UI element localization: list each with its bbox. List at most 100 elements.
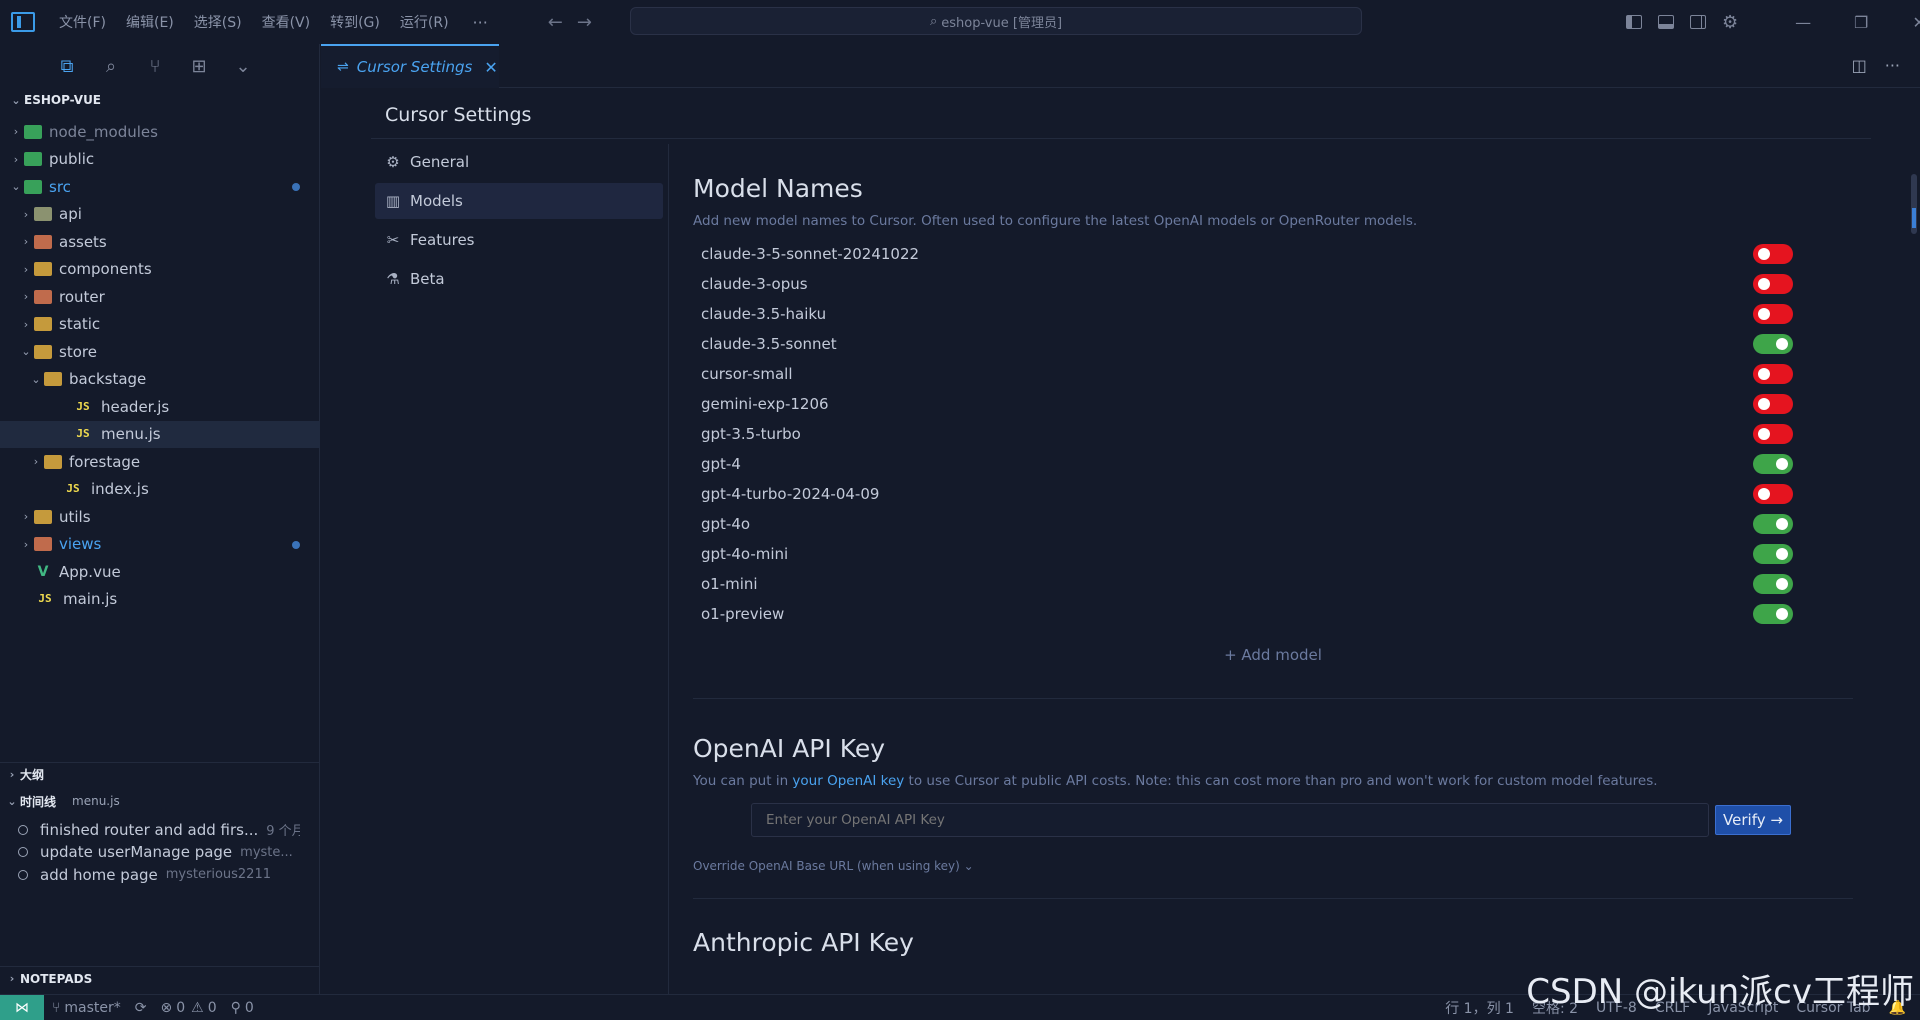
sidebar: ⧉ ⌕ ⑂ ⊞ ⌄ ⌄ ESHOP-VUE › node_modules › publ… — [0, 44, 320, 994]
tree-item[interactable]: › views — [0, 531, 320, 559]
tree-item[interactable]: JS main.js — [0, 586, 320, 614]
menu-item-3[interactable]: 查看(V) — [262, 12, 311, 32]
tree-item[interactable]: JS header.js — [0, 393, 320, 421]
branch-indicator[interactable]: ⑂ master* — [52, 1000, 121, 1016]
model-row: gpt-4o-mini — [693, 539, 1853, 569]
back-arrow-icon[interactable]: ← — [548, 12, 563, 33]
tree-item[interactable]: › public — [0, 146, 320, 174]
tree-item[interactable]: ⌄ backstage — [0, 366, 320, 394]
minimize-button[interactable]: — — [1774, 13, 1832, 32]
ports-count: 0 — [244, 999, 254, 1016]
outline-section-header[interactable]: › 大纲 — [0, 762, 320, 786]
more-menu-button[interactable]: ··· — [473, 13, 488, 32]
branch-icon: ⑂ — [52, 999, 61, 1016]
model-toggle[interactable] — [1753, 484, 1793, 504]
tree-item[interactable]: ⌄ src — [0, 173, 320, 201]
nav-item-models[interactable]: ▥ Models — [375, 183, 663, 219]
tab-cursor-settings[interactable]: ⇌ Cursor Settings ✕ — [321, 44, 499, 88]
model-toggle[interactable] — [1753, 304, 1793, 324]
folder-icon — [34, 289, 52, 304]
settings-gear-icon[interactable]: ⚙ — [1722, 12, 1738, 33]
chevron-right-icon: › — [13, 152, 19, 166]
model-toggle[interactable] — [1753, 454, 1793, 474]
model-toggle[interactable] — [1753, 574, 1793, 594]
menu-item-4[interactable]: 转到(G) — [330, 12, 380, 32]
nav-item-features[interactable]: ✂ Features — [375, 222, 663, 258]
menu-bar: 文件(F) 编辑(E) 选择(S) 查看(V) 转到(G) 运行(R) — [49, 12, 459, 32]
restore-button[interactable]: ❐ — [1832, 13, 1890, 32]
tree-item[interactable]: JS menu.js — [0, 420, 320, 448]
model-toggle[interactable] — [1753, 424, 1793, 444]
model-toggle[interactable] — [1753, 364, 1793, 384]
model-toggle[interactable] — [1753, 394, 1793, 414]
remote-indicator-icon[interactable]: ⋈ — [0, 994, 44, 1020]
tree-item[interactable]: ⌄ store — [0, 338, 320, 366]
model-name: claude-3-5-sonnet-20241022 — [701, 245, 920, 263]
model-toggle[interactable] — [1753, 334, 1793, 354]
git-commit-icon — [18, 847, 28, 857]
menu-item-2[interactable]: 选择(S) — [194, 12, 242, 32]
tree-item-label: header.js — [101, 397, 170, 416]
model-toggle[interactable] — [1753, 244, 1793, 264]
model-toggle[interactable] — [1753, 604, 1793, 624]
extensions-icon[interactable]: ⊞ — [187, 54, 211, 78]
tree-item[interactable]: › assets — [0, 228, 320, 256]
folder-icon — [34, 262, 52, 277]
tree-item[interactable]: JS index.js — [0, 476, 320, 504]
tree-item-label: node_modules — [49, 122, 158, 141]
openai-api-key-input[interactable] — [751, 803, 1709, 837]
model-toggle[interactable] — [1753, 514, 1793, 534]
override-base-url-toggle[interactable]: Override OpenAI Base URL (when using key… — [693, 859, 1853, 873]
chevron-down-icon[interactable]: ⌄ — [231, 54, 255, 78]
toggle-panel-icon[interactable] — [1658, 15, 1674, 29]
model-toggle[interactable] — [1753, 274, 1793, 294]
tree-item[interactable]: ◆.gitignore — [0, 613, 320, 619]
folder-icon — [34, 317, 52, 332]
close-icon[interactable]: ✕ — [484, 58, 497, 77]
tree-item[interactable]: › utils — [0, 503, 320, 531]
tree-item[interactable]: › forestage — [0, 448, 320, 476]
openai-key-link[interactable]: your OpenAI key — [792, 773, 904, 789]
nav-item-beta[interactable]: ⚗ Beta — [375, 261, 663, 297]
verify-button[interactable]: Verify → — [1715, 805, 1791, 835]
tree-item[interactable]: › api — [0, 201, 320, 229]
tree-item[interactable]: › static — [0, 311, 320, 339]
menu-item-0[interactable]: 文件(F) — [59, 12, 106, 32]
add-model-button[interactable]: + Add model — [693, 637, 1853, 673]
split-editor-icon[interactable]: ◫ — [1852, 56, 1867, 75]
problems-indicator[interactable]: ⊗ 0 ⚠ 0 — [161, 1000, 217, 1016]
menu-item-1[interactable]: 编辑(E) — [126, 12, 174, 32]
nav-item-general[interactable]: ⚙ General — [375, 144, 663, 180]
forward-arrow-icon[interactable]: → — [577, 12, 592, 33]
notepads-section-header[interactable]: › NOTEPADS — [0, 966, 320, 990]
model-name: o1-mini — [701, 575, 758, 593]
ports-indicator[interactable]: ⚲ 0 — [231, 1000, 254, 1016]
cursor-position[interactable]: 行 1，列 1 — [1445, 998, 1514, 1018]
model-name: gpt-3.5-turbo — [701, 425, 801, 443]
menu-item-5[interactable]: 运行(R) — [400, 12, 449, 32]
tree-item[interactable]: › node_modules — [0, 118, 320, 146]
model-row: claude-3-5-sonnet-20241022 — [693, 239, 1853, 269]
scrollbar-thumb[interactable] — [1911, 174, 1917, 234]
toggle-sidebar-icon[interactable] — [1626, 15, 1642, 29]
search-view-icon[interactable]: ⌕ — [99, 54, 123, 78]
explorer-files-icon[interactable]: ⧉ — [55, 54, 79, 78]
javascript-file-icon: JS — [76, 399, 90, 413]
close-window-button[interactable]: ✕ — [1890, 13, 1920, 32]
more-actions-icon[interactable]: ··· — [1885, 56, 1900, 75]
model-toggle[interactable] — [1753, 544, 1793, 564]
timeline-section-header[interactable]: ⌄ 时间线 menu.js — [0, 789, 320, 813]
tree-item[interactable]: › router — [0, 283, 320, 311]
folder-icon — [44, 372, 62, 387]
tree-item[interactable]: V App.vue — [0, 558, 320, 586]
source-control-icon[interactable]: ⑂ — [143, 54, 167, 78]
timeline-item[interactable]: add home page mysterious2211 — [0, 861, 300, 888]
toggle-secondary-sidebar-icon[interactable] — [1690, 15, 1706, 29]
chevron-right-icon: › — [23, 207, 29, 221]
command-center-search[interactable]: ⌕ eshop-vue [管理员] — [630, 7, 1362, 35]
desc-text: to use Cursor at public API costs. Note:… — [904, 773, 1658, 789]
sync-button[interactable]: ⟳ — [135, 1000, 147, 1016]
tree-item[interactable]: › components — [0, 256, 320, 284]
desc-text: You can put in — [693, 773, 793, 789]
explorer-header[interactable]: ⌄ ESHOP-VUE — [0, 88, 319, 112]
